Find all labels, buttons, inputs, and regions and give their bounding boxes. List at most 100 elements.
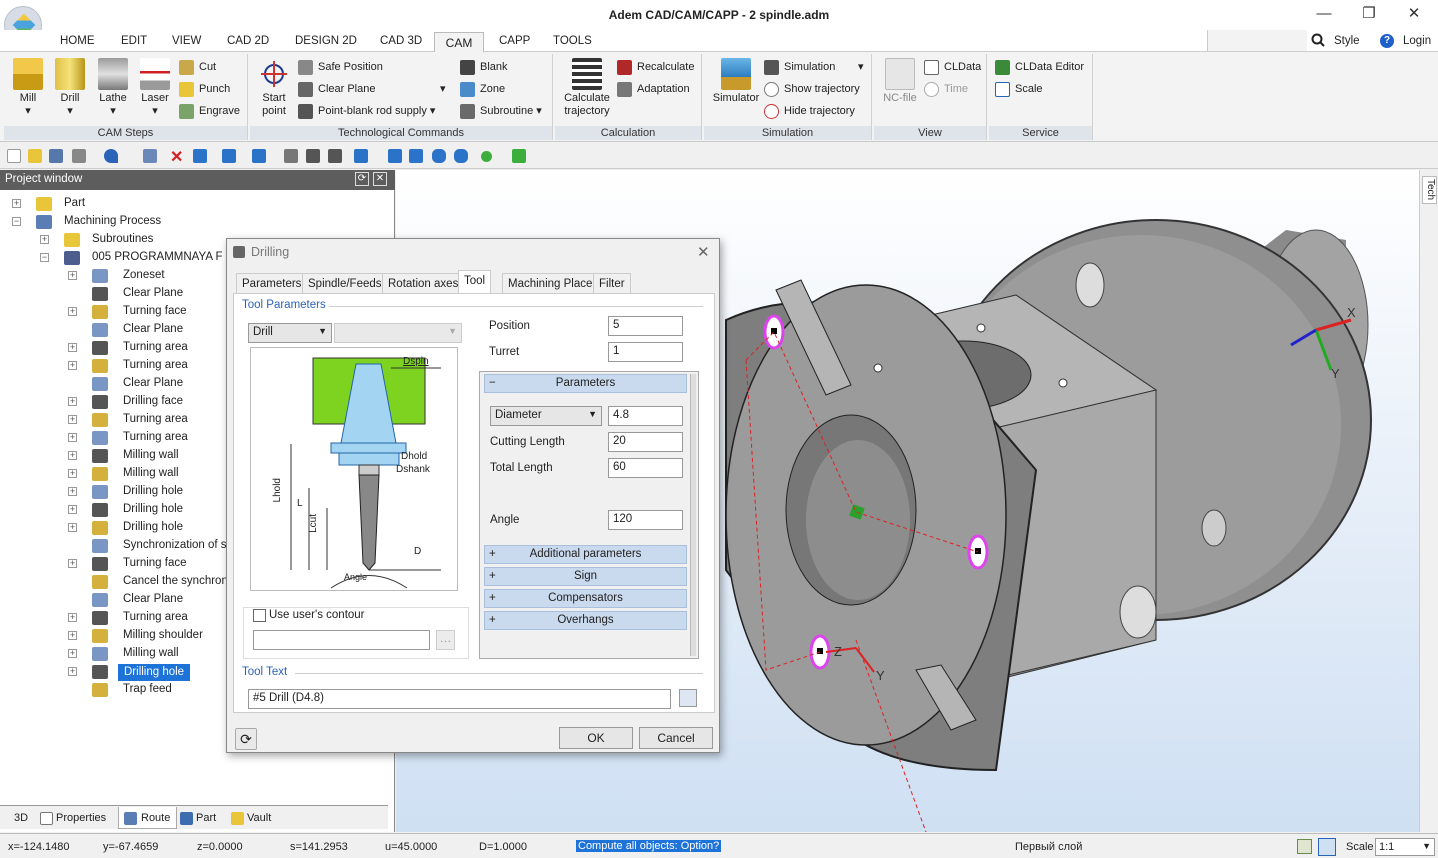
menu-capp[interactable]: CAPP [499, 35, 530, 47]
zoom-icon[interactable] [284, 149, 298, 163]
cldata-editor-button[interactable]: CLData Editor [995, 58, 1084, 78]
distance-icon[interactable] [409, 149, 423, 163]
panel-scrollbar[interactable] [690, 374, 696, 656]
expand-icon[interactable]: + [68, 415, 77, 424]
tool-type-select[interactable]: Drill ▼ [248, 323, 332, 343]
measure-icon[interactable] [388, 149, 402, 163]
turret-input[interactable]: 1 [608, 342, 683, 362]
safe-position-button[interactable]: Safe Position [298, 58, 383, 78]
recalculate-button[interactable]: Recalculate [617, 58, 694, 78]
render-icon[interactable] [512, 149, 526, 163]
point-blank-rod-supply-button[interactable]: Point-blank rod supply ▾ [298, 102, 435, 122]
cancel-button[interactable]: Cancel [639, 727, 713, 749]
total-length-input[interactable]: 60 [608, 458, 683, 478]
expand-icon[interactable]: + [68, 271, 77, 280]
menu-design2d[interactable]: DESIGN 2D [295, 35, 357, 47]
cylinder-icon[interactable] [432, 149, 446, 163]
menu-view[interactable]: VIEW [172, 35, 201, 47]
copy-icon[interactable] [193, 149, 207, 163]
mirror-icon[interactable] [328, 149, 342, 163]
tree-item[interactable]: + Part [0, 196, 390, 214]
punch-button[interactable]: Punch [179, 80, 230, 100]
adaptation-button[interactable]: Adaptation [617, 80, 690, 100]
contour-browse-button[interactable]: … [436, 630, 455, 650]
engrave-button[interactable]: Engrave [179, 102, 240, 122]
tool-subtype-select[interactable]: ▼ [334, 323, 462, 343]
expand-icon[interactable]: + [68, 631, 77, 640]
expand-icon[interactable]: + [68, 343, 77, 352]
expand-icon[interactable]: + [40, 235, 49, 244]
expand-icon[interactable]: + [12, 199, 21, 208]
laser-button[interactable]: Laser ▾ [135, 54, 175, 118]
tab-parameters[interactable]: Parameters [236, 273, 308, 293]
simulator-button[interactable]: Simulator [708, 54, 764, 105]
parameters-header[interactable]: − Parameters [484, 374, 687, 393]
hide-trajectory-button[interactable]: Hide trajectory [764, 102, 855, 122]
rotate-icon[interactable] [252, 149, 266, 163]
maximize-button[interactable]: ❐ [1349, 4, 1389, 26]
contour-input[interactable] [253, 630, 430, 650]
tab-rotation-axes[interactable]: Rotation axes [382, 273, 465, 293]
style-menu[interactable]: Style [1334, 35, 1360, 47]
search-icon[interactable] [1311, 33, 1325, 47]
login-link[interactable]: Login [1403, 35, 1431, 47]
view-mode-icon[interactable] [1297, 839, 1312, 854]
tab-tool[interactable]: Tool [458, 270, 492, 294]
new-icon[interactable] [7, 149, 21, 163]
menu-edit[interactable]: EDIT [121, 35, 147, 47]
collapse-icon[interactable]: − [40, 253, 49, 262]
tab-spindle-feeds[interactable]: Spindle/Feeds [302, 273, 388, 293]
clear-plane-button[interactable]: Clear Plane ▾ [298, 80, 446, 100]
select-icon[interactable] [143, 149, 157, 163]
tool-text-input[interactable]: #5 Drill (D4.8) [248, 689, 671, 709]
reset-icon[interactable]: ⟳ [235, 728, 257, 750]
use-contour-checkbox[interactable] [253, 609, 266, 622]
move-icon[interactable] [222, 149, 236, 163]
cube-view-icon[interactable] [1318, 838, 1336, 856]
menu-cad2d[interactable]: CAD 2D [227, 35, 269, 47]
menu-home[interactable]: HOME [60, 35, 95, 47]
zone-button[interactable]: Zone [460, 80, 505, 100]
delete-icon[interactable]: ✕ [170, 147, 183, 167]
expand-icon[interactable]: + [68, 451, 77, 460]
menu-cam[interactable]: CAM [434, 32, 484, 53]
expand-icon[interactable]: + [68, 649, 77, 658]
help-icon[interactable]: ? [1380, 34, 1394, 48]
compensators-header[interactable]: + Compensators [484, 589, 687, 608]
tech-tab[interactable]: Tech [1422, 176, 1437, 204]
tree-item[interactable]: − Machining Process [0, 214, 390, 232]
tool-text-edit-icon[interactable] [679, 689, 697, 707]
expand-icon[interactable]: + [68, 361, 77, 370]
subroutine-button[interactable]: Subroutine ▾ [460, 102, 542, 122]
position-input[interactable]: 5 [608, 316, 683, 336]
expand-icon[interactable]: + [68, 523, 77, 532]
dialog-close-icon[interactable]: ✕ [697, 243, 710, 261]
color-icon[interactable] [481, 151, 492, 162]
expand-icon[interactable]: + [68, 487, 77, 496]
expand-icon[interactable]: + [68, 667, 77, 676]
expand-icon[interactable]: + [68, 469, 77, 478]
sign-header[interactable]: + Sign [484, 567, 687, 586]
print-icon[interactable] [72, 149, 86, 163]
angle-input[interactable]: 120 [608, 510, 683, 530]
expand-icon[interactable]: + [68, 559, 77, 568]
tab-3d[interactable]: 3D [0, 812, 28, 824]
cut-button[interactable]: Cut [179, 58, 216, 78]
plane-icon[interactable] [306, 149, 320, 163]
search-box[interactable] [1207, 30, 1307, 51]
ok-button[interactable]: OK [559, 727, 633, 749]
cldata-button[interactable]: CLData [924, 58, 981, 78]
layers-icon[interactable] [454, 149, 468, 163]
calculate-trajectory-button[interactable]: Calculate trajectory [559, 54, 615, 118]
simulation-button[interactable]: Simulation ▾ [764, 58, 864, 78]
menu-cad3d[interactable]: CAD 3D [380, 35, 422, 47]
cutting-length-input[interactable]: 20 [608, 432, 683, 452]
align-icon[interactable] [354, 149, 368, 163]
scale-select[interactable]: 1:1 ▼ [1375, 838, 1435, 856]
refresh-icon[interactable]: ⟳ [355, 172, 369, 186]
diameter-select[interactable]: Diameter ▼ [490, 406, 602, 426]
tab-part[interactable]: Part [180, 812, 216, 825]
expand-icon[interactable]: + [68, 505, 77, 514]
blank-button[interactable]: Blank [460, 58, 508, 78]
start-point-button[interactable]: Start point [254, 54, 294, 118]
